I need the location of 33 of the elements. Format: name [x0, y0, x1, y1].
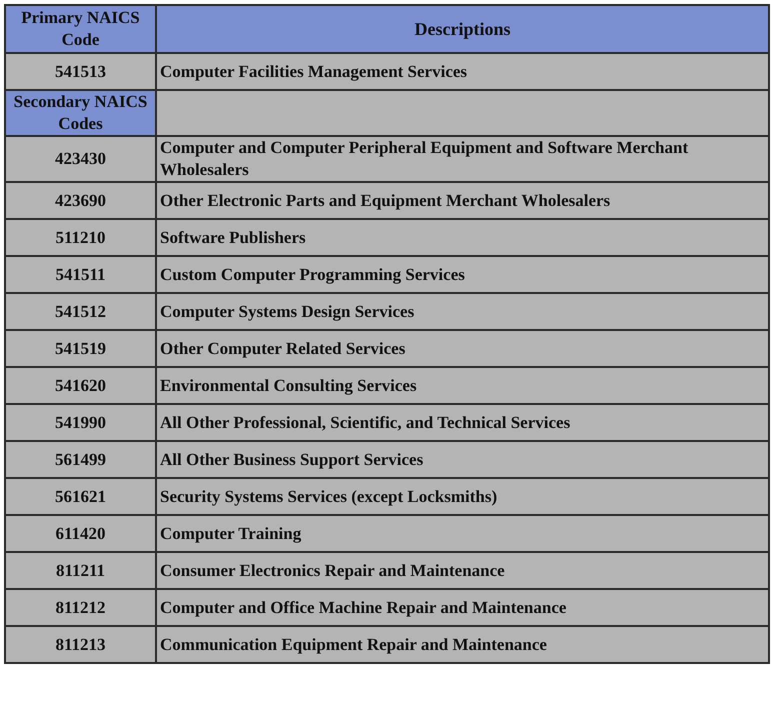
- code-cell: 541990: [55, 412, 106, 432]
- description-cell: Consumer Electronics Repair and Maintenance: [160, 560, 505, 580]
- description-cell: Computer Training: [160, 524, 302, 542]
- code-cell: 561621: [55, 486, 106, 506]
- description-cell: Environmental Consulting Services: [160, 376, 417, 394]
- code-cell: 541511: [55, 264, 106, 284]
- description-cell: Computer Facilities Management Services: [160, 62, 468, 80]
- description-cell: Computer and Office Machine Repair and Maintenance: [160, 598, 566, 616]
- description-cell: Other Electronic Parts and Equipment Merchant Wholesalers: [160, 190, 610, 210]
- column-header: Primary NAICS Code: [21, 8, 140, 49]
- column-header: Descriptions: [414, 19, 510, 39]
- code-cell: 511210: [55, 228, 106, 246]
- code-cell: 541512: [55, 302, 106, 320]
- code-cell: 541620: [55, 376, 106, 394]
- code-cell: 811213: [55, 634, 106, 654]
- code-cell: 541519: [55, 338, 106, 358]
- description-cell: All Other Business Support Services: [160, 450, 424, 468]
- section-header: Secondary NAICS Codes: [14, 92, 148, 133]
- description-cell: Other Computer Related Services: [160, 338, 406, 358]
- code-cell: 423430: [55, 149, 106, 168]
- code-cell: 423690: [55, 190, 106, 210]
- description-cell: Security Systems Services (except Locksmiths): [160, 486, 498, 506]
- description-cell: Computer Systems Design Services: [160, 302, 414, 320]
- code-cell: 541513: [55, 62, 106, 80]
- code-cell: 611420: [55, 524, 106, 542]
- description-cell: Computer and Computer Peripheral Equipment and Software Merchant Wholesalers: [160, 138, 688, 179]
- description-cell: Custom Computer Programming Services: [160, 264, 465, 284]
- code-cell: 561499: [55, 450, 106, 468]
- description-cell: Communication Equipment Repair and Maintenance: [160, 634, 547, 654]
- description-cell: Software Publishers: [160, 228, 306, 246]
- description-cell: All Other Professional, Scientific, and Technical Services: [160, 412, 570, 432]
- code-cell: 811211: [56, 560, 106, 580]
- code-cell: 811212: [55, 598, 106, 616]
